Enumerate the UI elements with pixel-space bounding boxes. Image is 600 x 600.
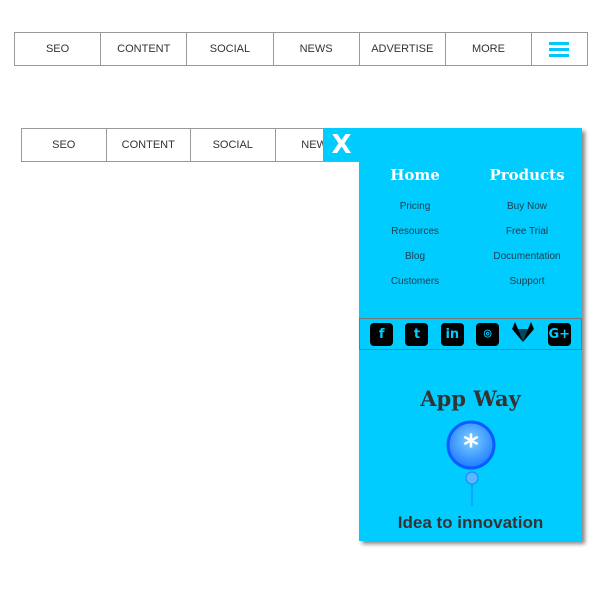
linkedin-icon[interactable]: in xyxy=(440,322,464,346)
products-column: Products Buy Now Free Trial Documentatio… xyxy=(471,166,583,294)
home-title[interactable]: Home xyxy=(359,166,471,184)
facebook-icon[interactable]: f xyxy=(370,322,394,346)
nav-item-advertise[interactable]: ADVERTISE xyxy=(360,33,446,65)
nav-item-social[interactable]: SOCIAL xyxy=(187,33,274,65)
close-button[interactable]: X xyxy=(323,128,360,161)
social-bar: f t in ⌾ G+ xyxy=(359,318,582,350)
second-nav: SEO CONTENT SOCIAL NEWS xyxy=(21,128,361,162)
hamburger-icon xyxy=(549,39,570,60)
link-pricing[interactable]: Pricing xyxy=(359,194,471,219)
products-title[interactable]: Products xyxy=(471,166,583,184)
svg-text:*: * xyxy=(463,429,479,464)
menu-button[interactable] xyxy=(532,33,587,65)
menu-panel: Home Pricing Resources Blog Customers Pr… xyxy=(359,128,582,541)
gitlab-icon[interactable] xyxy=(511,321,535,348)
brand-name: App Way xyxy=(420,386,521,411)
link-customers[interactable]: Customers xyxy=(359,269,471,294)
nav-item-content[interactable]: CONTENT xyxy=(101,33,188,65)
nav2-item-seo[interactable]: SEO xyxy=(22,129,107,161)
github-icon[interactable]: ⌾ xyxy=(476,322,500,346)
google-plus-icon[interactable]: G+ xyxy=(547,322,571,346)
top-nav: SEO CONTENT SOCIAL NEWS ADVERTISE MORE xyxy=(14,32,588,66)
nav2-item-content[interactable]: CONTENT xyxy=(107,129,191,161)
nav-item-news[interactable]: NEWS xyxy=(274,33,360,65)
nav2-item-social[interactable]: SOCIAL xyxy=(191,129,276,161)
link-buy-now[interactable]: Buy Now xyxy=(471,194,583,219)
tagline: Idea to innovation xyxy=(397,513,544,532)
twitter-icon[interactable]: t xyxy=(405,322,429,346)
link-blog[interactable]: Blog xyxy=(359,244,471,269)
home-column: Home Pricing Resources Blog Customers xyxy=(359,166,471,294)
link-support[interactable]: Support xyxy=(471,269,583,294)
balloon-logo-icon: * xyxy=(446,420,496,506)
link-free-trial[interactable]: Free Trial xyxy=(471,219,583,244)
link-resources[interactable]: Resources xyxy=(359,219,471,244)
nav-item-more[interactable]: MORE xyxy=(446,33,533,65)
link-documentation[interactable]: Documentation xyxy=(471,244,583,269)
nav-item-seo[interactable]: SEO xyxy=(15,33,102,65)
